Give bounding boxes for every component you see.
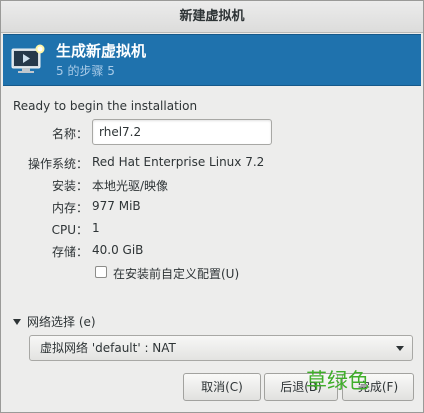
network-select-value: 虚拟网络 'default' : NAT <box>40 341 176 355</box>
memory-label: 内存： <box>51 201 88 215</box>
new-vm-dialog: 新建虚拟机 生成新虚拟机 5 的步骤 5 Ready to begin the … <box>0 0 424 413</box>
vm-name-input[interactable]: rhel7.2 <box>92 119 272 145</box>
network-select[interactable]: 虚拟网络 'default' : NAT <box>29 335 413 361</box>
storage-label: 存储： <box>51 245 88 259</box>
os-label: 操作系统： <box>27 157 88 171</box>
network-expander-label: 网络选择 (e) <box>27 315 96 329</box>
watermark-text: 草绿色 <box>306 369 369 393</box>
name-label: 名称： <box>51 127 88 141</box>
window-title: 新建虚拟机 <box>1 1 423 33</box>
wizard-banner: 生成新虚拟机 5 的步骤 5 <box>3 34 421 86</box>
dropdown-arrow-icon <box>396 346 404 351</box>
customize-checkbox[interactable] <box>95 266 107 278</box>
install-label: 安装： <box>51 179 88 193</box>
expander-arrow-icon <box>13 318 21 325</box>
step-indicator: 5 的步骤 5 <box>56 64 115 78</box>
customize-checkbox-label[interactable]: 在安装前自定义配置(U) <box>113 265 239 282</box>
banner-title: 生成新虚拟机 <box>56 42 147 60</box>
install-value: 本地光驱/映像 <box>92 179 169 193</box>
virtual-machine-icon <box>11 44 45 73</box>
cancel-button[interactable]: 取消(C) <box>183 373 261 401</box>
storage-value: 40.0 GiB <box>92 243 144 257</box>
os-value: Red Hat Enterprise Linux 7.2 <box>92 155 265 169</box>
network-selection-expander[interactable]: 网络选择 (e) <box>13 313 96 329</box>
cpu-label: CPU： <box>51 223 88 237</box>
memory-value: 977 MiB <box>92 199 141 213</box>
ready-message: Ready to begin the installation <box>13 99 198 113</box>
cpu-value: 1 <box>92 221 100 235</box>
